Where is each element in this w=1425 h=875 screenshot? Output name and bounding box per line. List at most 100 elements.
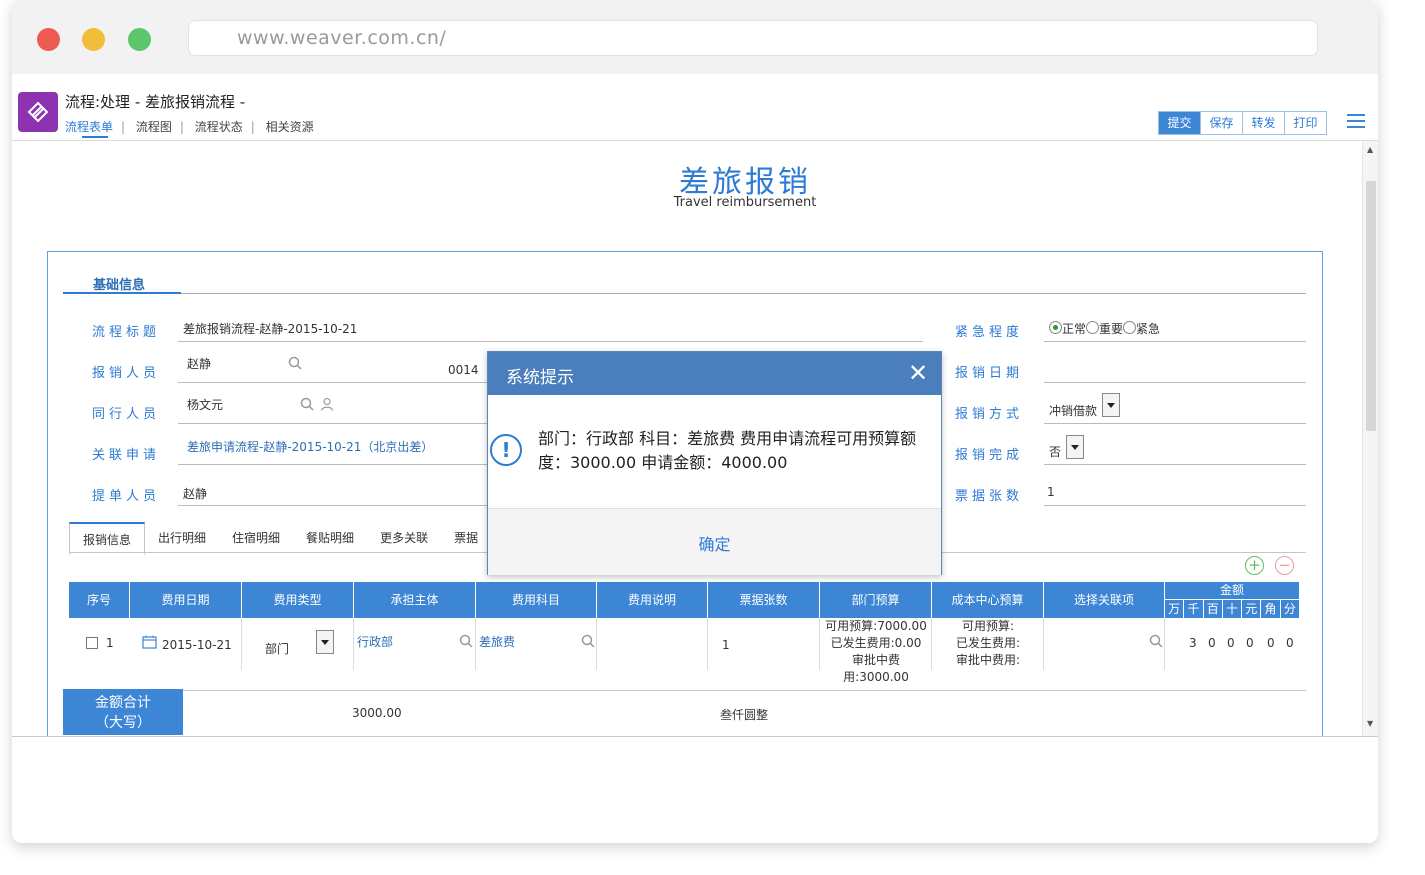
person-value[interactable]: 赵静 bbox=[187, 355, 211, 372]
forward-button[interactable]: 转发 bbox=[1242, 112, 1284, 134]
companion-value[interactable]: 杨文元 bbox=[187, 396, 223, 413]
row-receipts[interactable]: 1 bbox=[722, 638, 730, 652]
row-checkbox[interactable] bbox=[86, 637, 98, 649]
content-bottom-rule bbox=[12, 736, 1378, 737]
radio-important-label: 重要 bbox=[1099, 322, 1124, 336]
total-label-line2: （大写） bbox=[95, 715, 151, 731]
tab-travel-detail[interactable]: 出行明细 bbox=[145, 522, 219, 552]
label-person: 报销人员 bbox=[92, 366, 161, 381]
related-request-link[interactable]: 差旅申请流程-赵静-2015-10-21（北京出差） bbox=[187, 438, 433, 455]
companion-search-icon[interactable] bbox=[300, 397, 314, 411]
completed-dropdown[interactable] bbox=[1066, 435, 1084, 459]
dept-budget-info: 可用预算:7000.00 已发生费用:0.00 审批中费用:3000.00 bbox=[820, 618, 932, 686]
label-companion: 同行人员 bbox=[92, 407, 161, 422]
section-divider bbox=[181, 293, 1306, 294]
cost-spent: 已发生费用: bbox=[955, 636, 1021, 650]
radio-normal[interactable] bbox=[1049, 321, 1062, 334]
total-amount-chinese: 叁仟圆整 bbox=[720, 708, 769, 722]
entity-search-icon[interactable] bbox=[459, 634, 473, 648]
maximize-window-button[interactable] bbox=[128, 28, 151, 51]
person-search-icon[interactable] bbox=[288, 356, 302, 370]
scroll-thumb[interactable] bbox=[1366, 181, 1376, 431]
col-divider bbox=[707, 618, 708, 670]
cost-pending: 审批中费用: bbox=[955, 653, 1021, 667]
col-entity: 承担主体 bbox=[354, 582, 476, 618]
radio-normal-label: 正常 bbox=[1062, 322, 1087, 336]
col-divider bbox=[1164, 618, 1165, 670]
amount-header: 金额 bbox=[1165, 582, 1299, 600]
close-window-button[interactable] bbox=[37, 28, 60, 51]
method-dropdown[interactable] bbox=[1102, 393, 1120, 417]
money-digit: 0 bbox=[1286, 636, 1294, 650]
submitter-underline bbox=[178, 505, 498, 506]
subnav: 流程表单 | 流程图 | 流程状态 | 相关资源 bbox=[65, 120, 314, 134]
money-digit: 0 bbox=[1246, 636, 1254, 650]
related-underline bbox=[178, 464, 498, 465]
related-item-search-icon[interactable] bbox=[1149, 634, 1163, 648]
label-method: 报销方式 bbox=[955, 407, 1024, 422]
col-type: 费用类型 bbox=[242, 582, 354, 618]
col-related-item: 选择关联项 bbox=[1044, 582, 1165, 618]
app-logo-icon bbox=[18, 92, 58, 132]
tab-lodging-detail[interactable]: 住宿明细 bbox=[219, 522, 293, 552]
submitter-value: 赵静 bbox=[183, 487, 208, 501]
remove-row-icon[interactable]: − bbox=[1275, 556, 1294, 575]
tab-flowchart[interactable]: 流程图 bbox=[136, 120, 172, 134]
row-date[interactable]: 2015-10-21 bbox=[162, 638, 232, 652]
subject-search-icon[interactable] bbox=[581, 634, 595, 648]
person-underline bbox=[178, 382, 498, 383]
type-dropdown[interactable] bbox=[316, 630, 334, 654]
submit-button[interactable]: 提交 bbox=[1159, 112, 1200, 134]
method-underline bbox=[1044, 423, 1306, 424]
tab-flow-status[interactable]: 流程状态 bbox=[195, 120, 243, 134]
print-button[interactable]: 打印 bbox=[1284, 112, 1326, 134]
row-subject[interactable]: 差旅费 bbox=[479, 633, 515, 650]
close-icon[interactable]: ✕ bbox=[908, 361, 928, 385]
radio-important[interactable] bbox=[1086, 321, 1100, 334]
unit-jiao: 角 bbox=[1261, 600, 1281, 618]
active-tab-indicator bbox=[82, 136, 108, 138]
money-digit: 0 bbox=[1208, 636, 1216, 650]
scroll-down-icon[interactable]: ▼ bbox=[1367, 719, 1373, 728]
list-menu-icon[interactable] bbox=[1347, 114, 1365, 130]
scroll-up-icon[interactable]: ▲ bbox=[1367, 145, 1373, 154]
tab-reimbursement-info[interactable]: 报销信息 bbox=[69, 522, 146, 555]
dept-spent: 已发生费用:0.00 bbox=[830, 636, 922, 650]
tab-receipts[interactable]: 票据 bbox=[441, 522, 491, 552]
tab-form[interactable]: 流程表单 bbox=[65, 120, 113, 134]
save-button[interactable]: 保存 bbox=[1200, 112, 1242, 134]
receipts-value[interactable]: 1 bbox=[1047, 485, 1055, 499]
unit-fen: 分 bbox=[1283, 602, 1296, 616]
cost-available: 可用预算: bbox=[961, 619, 1015, 633]
dialog-header: 系统提示 ✕ bbox=[488, 352, 941, 395]
col-date: 费用日期 bbox=[130, 582, 242, 618]
address-bar[interactable]: www.weaver.com.cn/ bbox=[188, 20, 1318, 56]
label-date: 报销日期 bbox=[955, 366, 1024, 381]
label-related: 关联申请 bbox=[92, 448, 161, 463]
detail-tabs: 报销信息 出行明细 住宿明细 餐贴明细 更多关联 票据 bbox=[69, 522, 491, 555]
minimize-window-button[interactable] bbox=[82, 28, 105, 51]
label-receipts: 票据张数 bbox=[955, 489, 1024, 504]
app-header: 流程:处理 - 差旅报销流程 - 流程表单 | 流程图 | 流程状态 | 相关资源 提… bbox=[12, 74, 1378, 141]
confirm-button[interactable]: 确定 bbox=[488, 531, 941, 555]
dialog-message: 部门：行政部 科目：差旅费 费用申请流程可用预算额度：3000.00 申请金额：… bbox=[538, 429, 917, 472]
title-value[interactable]: 差旅报销流程-赵静-2015-10-21 bbox=[183, 320, 357, 337]
total-label: 金额合计 （大写） bbox=[63, 689, 183, 735]
user-picker-icon[interactable] bbox=[320, 397, 334, 411]
vertical-scrollbar[interactable]: ▲ ▼ bbox=[1362, 141, 1378, 736]
radio-urgent[interactable] bbox=[1123, 321, 1137, 334]
tab-meal-detail[interactable]: 餐贴明细 bbox=[293, 522, 367, 552]
tab-more-related[interactable]: 更多关联 bbox=[367, 522, 441, 552]
total-amount: 3000.00 bbox=[352, 706, 402, 720]
calendar-icon[interactable] bbox=[142, 635, 157, 649]
date-underline bbox=[1044, 382, 1306, 383]
document-subtitle: Travel reimbursement bbox=[673, 195, 817, 210]
label-urgency: 紧急程度 bbox=[955, 325, 1024, 340]
row-entity[interactable]: 行政部 bbox=[357, 633, 393, 650]
add-row-icon[interactable]: + bbox=[1245, 556, 1264, 575]
col-cost-budget: 成本中心预算 bbox=[932, 582, 1044, 618]
tab-resources[interactable]: 相关资源 bbox=[266, 120, 314, 134]
unit-qian: 千 bbox=[1184, 600, 1204, 618]
dialog-body: ! 部门：行政部 科目：差旅费 费用申请流程可用预算额度：3000.00 申请金… bbox=[488, 395, 941, 508]
method-value: 冲销借款 bbox=[1049, 404, 1098, 418]
